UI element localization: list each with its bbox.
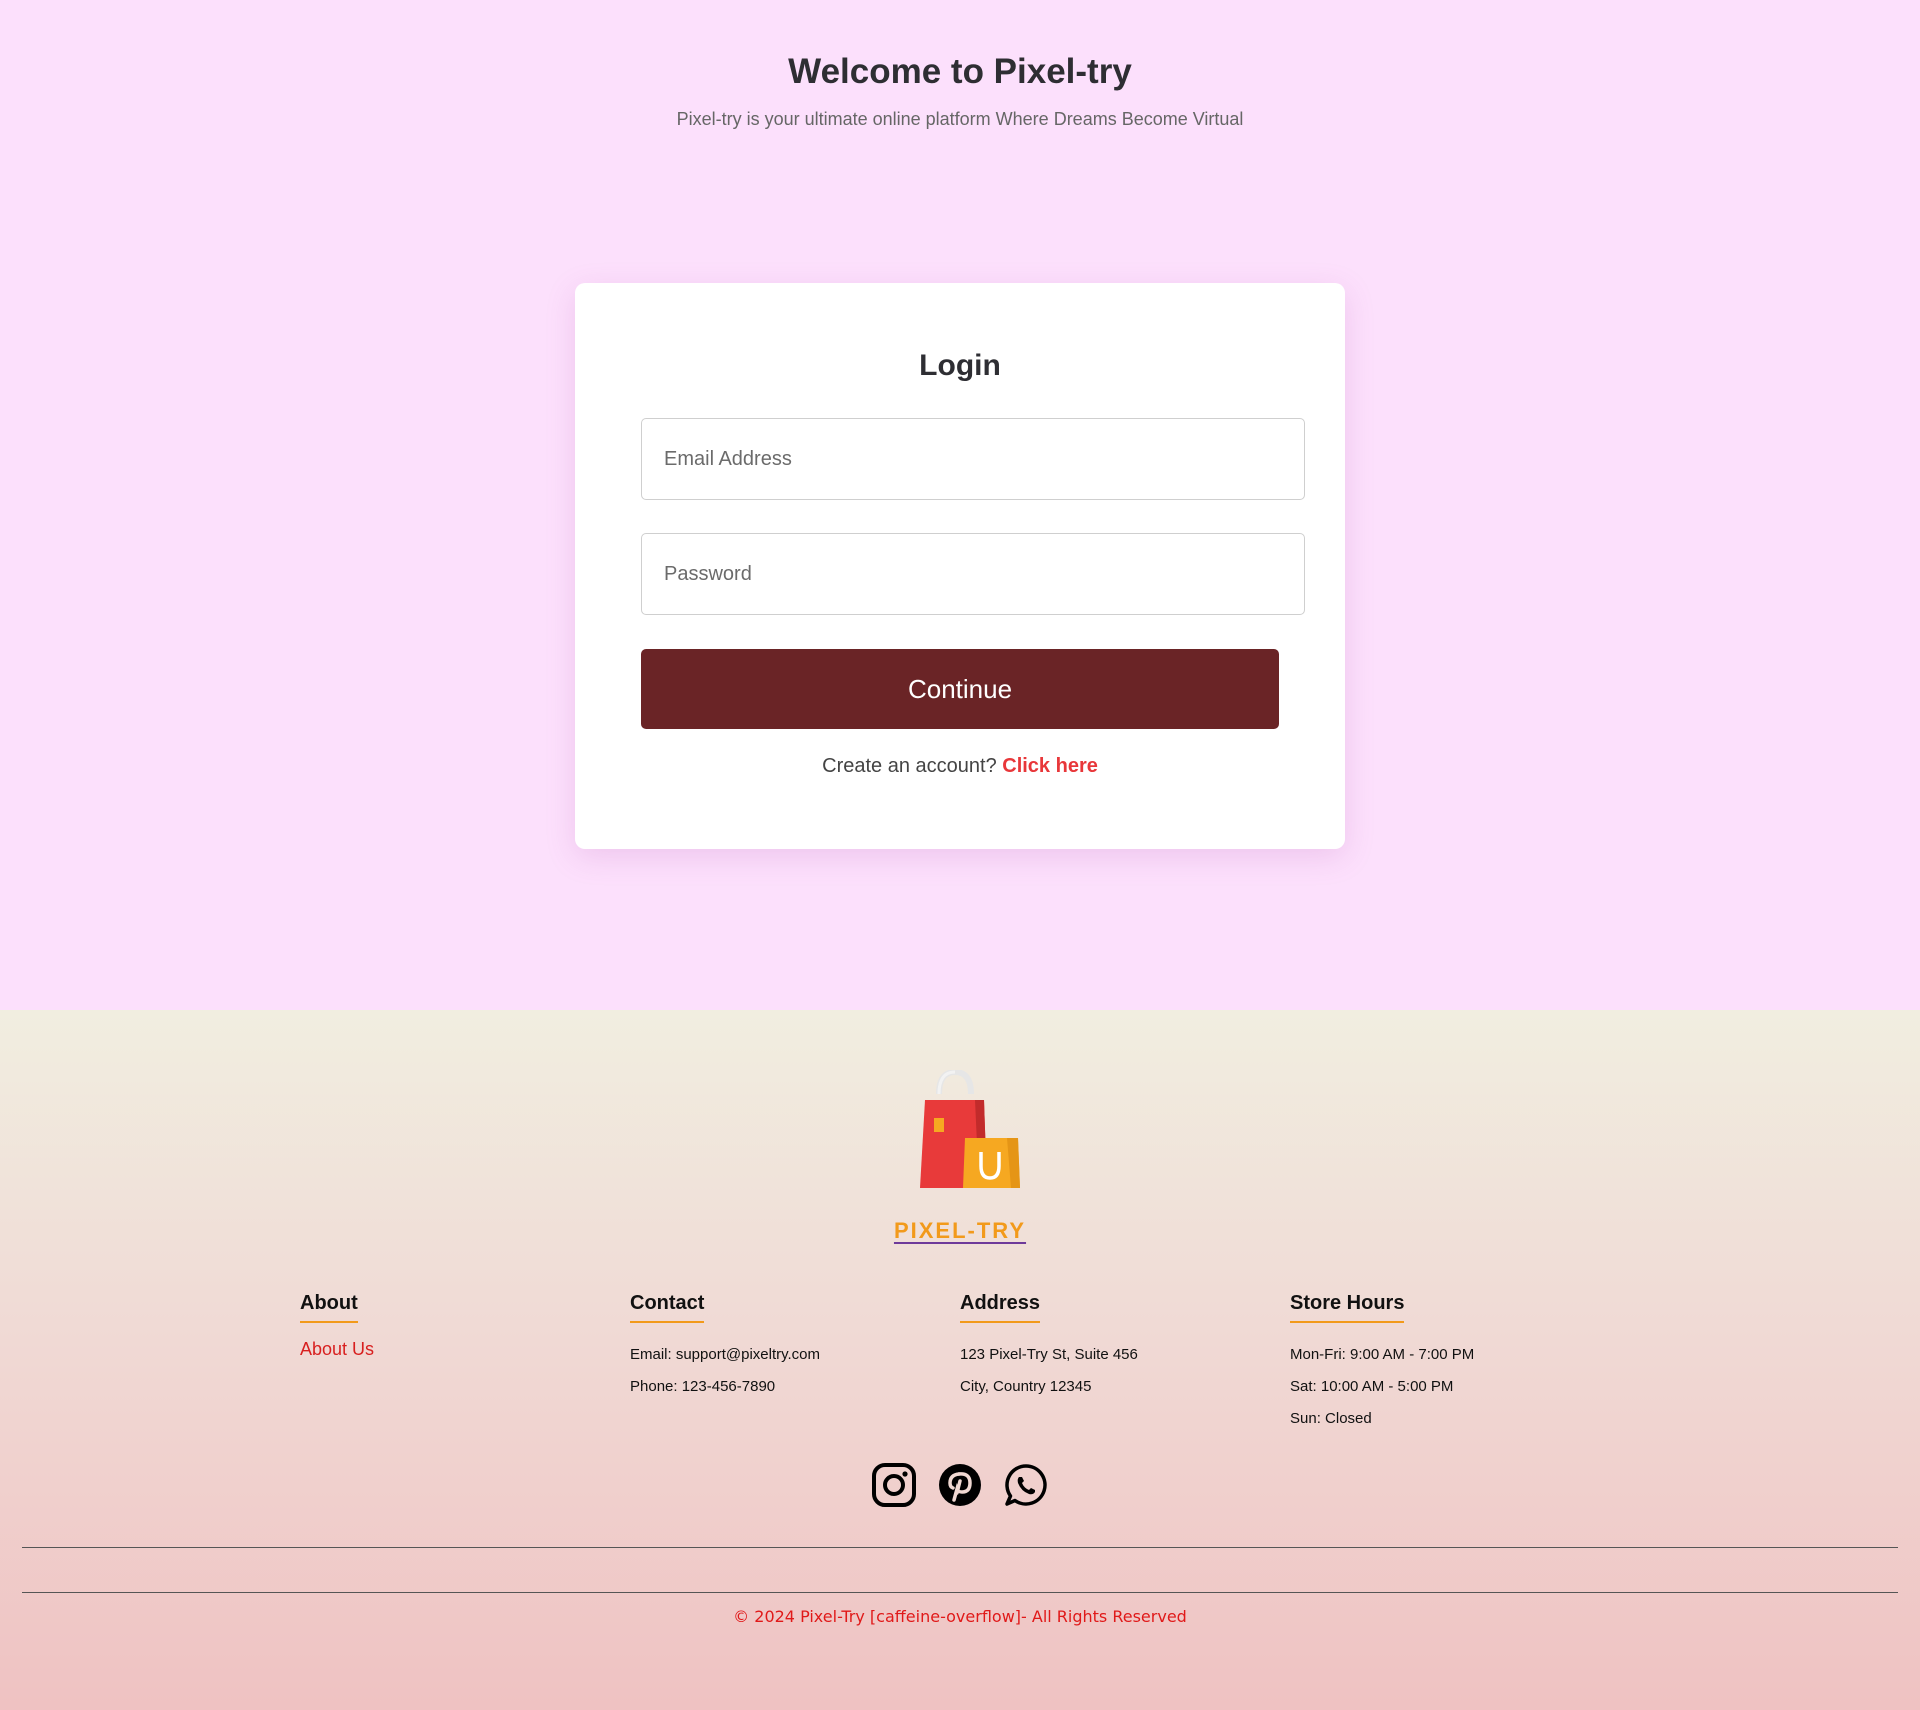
address-line-1: 123 Pixel-Try St, Suite 456	[960, 1346, 1138, 1363]
footer-contact: Contact Email: support@pixeltry.com Phon…	[630, 1292, 930, 1403]
page-subtitle: Pixel-try is your ultimate online platfo…	[676, 109, 1244, 129]
hours-saturday: Sat: 10:00 AM - 5:00 PM	[1290, 1378, 1454, 1395]
continue-button[interactable]: Continue	[641, 649, 1279, 729]
footer-brand: PIXEL-TRY	[0, 1218, 1920, 1244]
hours-sunday: Sun: Closed	[1290, 1410, 1372, 1427]
address-heading: Address	[960, 1292, 1041, 1323]
footer-divider-bottom	[22, 1592, 1898, 1593]
contact-email: Email: support@pixeltry.com	[630, 1346, 821, 1363]
signup-prompt: Create an account? Click here	[575, 755, 1345, 778]
hours-weekday: Mon-Fri: 9:00 AM - 7:00 PM	[1290, 1346, 1475, 1363]
footer-about: About About Us	[300, 1292, 600, 1360]
contact-phone: Phone: 123-456-7890	[630, 1378, 776, 1395]
footer-divider-top	[22, 1547, 1898, 1548]
footer-address: Address 123 Pixel-Try St, Suite 456 City…	[960, 1292, 1260, 1403]
whatsapp-icon[interactable]	[1003, 1462, 1049, 1508]
signup-prompt-text: Create an account?	[822, 755, 997, 777]
email-field[interactable]	[641, 418, 1305, 500]
login-title: Login	[919, 349, 1001, 382]
site-footer: PIXEL-TRY About About Us Contact Email: …	[0, 1010, 1920, 1710]
signup-link[interactable]: Click here	[1002, 755, 1098, 777]
social-links	[0, 1462, 1920, 1508]
brand-link[interactable]: PIXEL-TRY	[894, 1218, 1026, 1243]
hero-section: Welcome to Pixel-try Pixel-try is your u…	[0, 0, 1920, 1010]
about-heading: About	[300, 1292, 358, 1323]
page-title: Welcome to Pixel-try	[788, 52, 1132, 91]
contact-heading: Contact	[630, 1292, 705, 1323]
password-field[interactable]	[641, 533, 1305, 615]
footer-store-hours: Store Hours Mon-Fri: 9:00 AM - 7:00 PM S…	[1290, 1292, 1590, 1435]
store-hours-heading: Store Hours	[1290, 1292, 1405, 1323]
shopping-bags-icon	[920, 1070, 1020, 1188]
pinterest-icon[interactable]	[937, 1462, 983, 1508]
login-card: Login Continue Create an account? Click …	[575, 283, 1345, 849]
instagram-icon[interactable]	[871, 1462, 917, 1508]
copyright-text: © 2024 Pixel-Try [caffeine-overflow]- Al…	[733, 1607, 1187, 1626]
about-us-link[interactable]: About Us	[300, 1339, 600, 1360]
address-line-2: City, Country 12345	[960, 1378, 1092, 1395]
